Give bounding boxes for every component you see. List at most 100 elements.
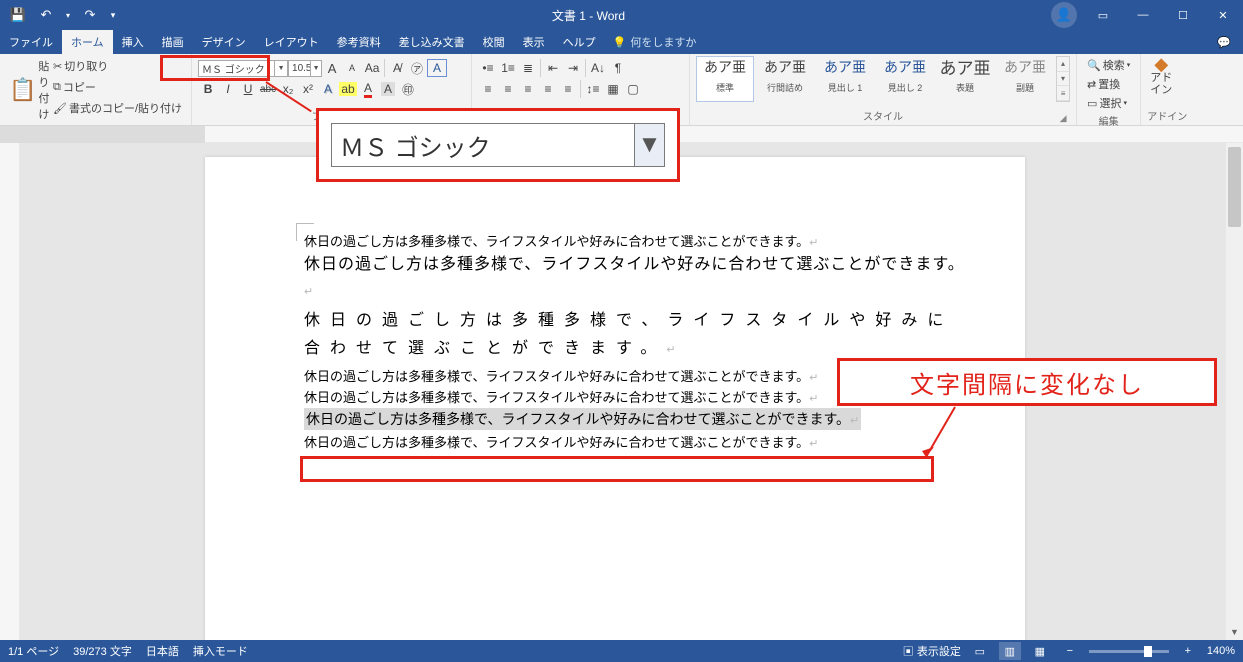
paragraph-selected[interactable]: 休日の過ごし方は多種多様で、ライフスタイルや好みに合わせて選ぶことができます。↵: [304, 408, 965, 430]
tell-me[interactable]: 💡 何をしますか: [605, 30, 705, 54]
save-button[interactable]: 💾: [6, 3, 30, 27]
char-border-button[interactable]: A: [427, 59, 447, 77]
print-layout-button[interactable]: ▥: [999, 642, 1021, 660]
paragraph[interactable]: 休日の過ごし方は多種多様で、ライフスタイルや好みに合わせて選ぶことができます。↵: [304, 307, 965, 364]
align-right-button[interactable]: ≡: [518, 80, 538, 98]
styles-dialog-launcher[interactable]: ◢: [1058, 113, 1068, 123]
comments-button[interactable]: 💬: [1205, 30, 1243, 54]
shading-button[interactable]: ▦: [603, 80, 623, 98]
underline-button[interactable]: U: [238, 80, 258, 98]
group-styles: あア亜標準 あア亜行間詰め あア亜見出し 1 あア亜見出し 2 あア亜表題 あア…: [690, 54, 1077, 125]
close-button[interactable]: ✕: [1203, 0, 1243, 30]
shrink-font-button[interactable]: A: [342, 59, 362, 77]
vertical-scrollbar[interactable]: ▲ ▼: [1226, 143, 1243, 640]
tab-mailings[interactable]: 差し込み文書: [390, 30, 474, 54]
paragraph[interactable]: 休日の過ごし方は多種多様で、ライフスタイルや好みに合わせて選ぶことができます。↵: [304, 366, 965, 385]
display-settings-button[interactable]: ▣ 表示設定: [903, 643, 961, 659]
minimize-icon: —: [1138, 9, 1149, 21]
tab-help[interactable]: ヘルプ: [554, 30, 605, 54]
paragraph[interactable]: 休日の過ごし方は多種多様で、ライフスタイルや好みに合わせて選ぶことができます。↵: [304, 231, 965, 250]
decrease-indent-button[interactable]: ⇤: [543, 59, 563, 77]
font-dialog-launcher[interactable]: ◢: [453, 113, 463, 123]
highlight-button[interactable]: ab: [338, 80, 358, 98]
insert-mode[interactable]: 挿入モード: [193, 643, 248, 659]
phonetic-guide-button[interactable]: ㋐: [407, 59, 427, 77]
select-button[interactable]: ▭選択 ▾: [1083, 94, 1134, 112]
style-heading2[interactable]: あア亜見出し 2: [876, 56, 934, 102]
scroll-down-button[interactable]: ▼: [1226, 623, 1243, 640]
bold-button[interactable]: B: [198, 80, 218, 98]
copy-button[interactable]: ⧉コピー: [50, 77, 185, 97]
vertical-ruler[interactable]: [0, 143, 20, 640]
replace-button[interactable]: ⇄置換: [1083, 75, 1134, 93]
undo-button[interactable]: ↶: [34, 3, 58, 27]
show-marks-button[interactable]: ¶: [608, 59, 628, 77]
paragraph[interactable]: 休日の過ごし方は多種多様で、ライフスタイルや好みに合わせて選ぶことができます。↵: [304, 252, 965, 305]
paragraph[interactable]: 休日の過ごし方は多種多様で、ライフスタイルや好みに合わせて選ぶことができます。↵: [304, 387, 965, 406]
tab-draw[interactable]: 描画: [153, 30, 193, 54]
clear-formatting-button[interactable]: A̸: [387, 59, 407, 77]
zoom-slider[interactable]: [1089, 650, 1169, 653]
find-button[interactable]: 🔍検索 ▾: [1083, 56, 1134, 74]
font-color-button[interactable]: A: [358, 80, 378, 98]
align-left-button[interactable]: ≡: [478, 80, 498, 98]
zoom-out-button[interactable]: −: [1059, 642, 1081, 660]
scrollbar-thumb[interactable]: [1228, 147, 1241, 227]
paste-button[interactable]: 📋 貼り付け: [6, 56, 46, 124]
style-subtitle[interactable]: あア亜副題: [996, 56, 1054, 102]
minimize-button[interactable]: —: [1123, 0, 1163, 30]
page[interactable]: 休日の過ごし方は多種多様で、ライフスタイルや好みに合わせて選ぶことができます。↵…: [205, 157, 1025, 640]
undo-dropdown[interactable]: ▾: [62, 3, 74, 27]
qat-customize[interactable]: ▾: [106, 3, 120, 27]
multilevel-list-button[interactable]: ≣: [518, 59, 538, 77]
align-center-button[interactable]: ≡: [498, 80, 518, 98]
font-size-combo[interactable]: 10.5▼: [288, 60, 322, 77]
styles-gallery-more[interactable]: ▴▾≡: [1056, 56, 1070, 102]
text-effects-button[interactable]: A: [318, 80, 338, 98]
style-no-spacing[interactable]: あア亜行間詰め: [756, 56, 814, 102]
maximize-button[interactable]: ☐: [1163, 0, 1203, 30]
cut-button[interactable]: ✂切り取り: [50, 56, 185, 76]
paragraph-dialog-launcher[interactable]: ◢: [671, 113, 681, 123]
numbering-button[interactable]: 1≡: [498, 59, 518, 77]
tab-references[interactable]: 参考資料: [328, 30, 390, 54]
tab-layout[interactable]: レイアウト: [255, 30, 328, 54]
read-mode-button[interactable]: ▭: [969, 642, 991, 660]
superscript-button[interactable]: x²: [298, 80, 318, 98]
grow-font-button[interactable]: A: [322, 59, 342, 77]
tab-view[interactable]: 表示: [514, 30, 554, 54]
addin-button[interactable]: ◆アド イン: [1147, 56, 1175, 98]
web-layout-button[interactable]: ▦: [1029, 642, 1051, 660]
tab-home[interactable]: ホーム: [62, 30, 113, 54]
paragraph[interactable]: 休日の過ごし方は多種多様で、ライフスタイルや好みに合わせて選ぶことができます。↵: [304, 432, 965, 451]
bullets-button[interactable]: •≡: [478, 59, 498, 77]
language-indicator[interactable]: 日本語: [146, 643, 179, 659]
style-heading1[interactable]: あア亜見出し 1: [816, 56, 874, 102]
char-shading-button[interactable]: A: [378, 80, 398, 98]
italic-button[interactable]: I: [218, 80, 238, 98]
tab-insert[interactable]: 挿入: [113, 30, 153, 54]
style-normal[interactable]: あア亜標準: [696, 56, 754, 102]
tab-file[interactable]: ファイル: [0, 30, 62, 54]
zoom-level[interactable]: 140%: [1207, 645, 1235, 657]
format-painter-button[interactable]: 🖌書式のコピー/貼り付け: [50, 98, 185, 118]
zoom-in-button[interactable]: +: [1177, 642, 1199, 660]
borders-button[interactable]: ▢: [623, 80, 643, 98]
ribbon-display-button[interactable]: ▭: [1083, 0, 1123, 30]
tab-review[interactable]: 校閲: [474, 30, 514, 54]
font-name-combo[interactable]: ＭＳ ゴシック▼: [198, 60, 288, 77]
increase-indent-button[interactable]: ⇥: [563, 59, 583, 77]
justify-button[interactable]: ≡: [538, 80, 558, 98]
style-title[interactable]: あア亜表題: [936, 56, 994, 102]
distribute-button[interactable]: ≡: [558, 80, 578, 98]
sort-button[interactable]: A↓: [588, 59, 608, 77]
page-count[interactable]: 1/1 ページ: [8, 643, 59, 659]
account-button[interactable]: 👤: [1051, 2, 1077, 28]
horizontal-ruler[interactable]: [0, 126, 1243, 143]
tab-design[interactable]: デザイン: [193, 30, 255, 54]
redo-button[interactable]: ↷: [78, 3, 102, 27]
word-count[interactable]: 39/273 文字: [73, 643, 132, 659]
line-spacing-button[interactable]: ↕≡: [583, 80, 603, 98]
enclose-chars-button[interactable]: ㊞: [398, 80, 418, 98]
change-case-button[interactable]: Aa: [362, 59, 382, 77]
